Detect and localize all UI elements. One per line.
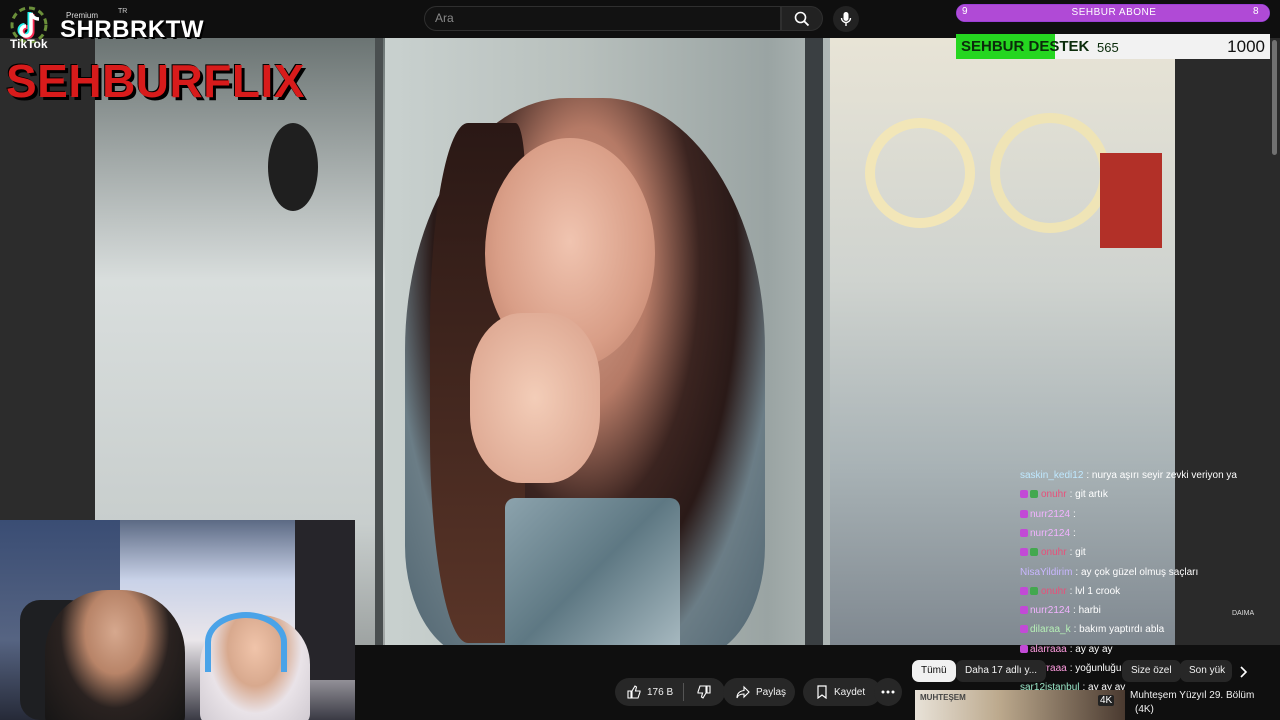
chat-text: : nurya aşırı seyir zevki veriyon ya	[1086, 470, 1237, 481]
support-goal-bar: SEHBUR DESTEK 565 1000	[956, 34, 1270, 59]
chat-message: nurr2124:	[1020, 509, 1076, 520]
webcam-streamer-man	[45, 590, 185, 720]
subscriber-goal-bar: SEHBUR ABONE 9 8	[956, 4, 1270, 22]
channel-name: SHRBRKTW	[60, 16, 204, 43]
video-scene-ring-light	[865, 118, 975, 228]
chat-username: nurr2124	[1030, 527, 1071, 539]
chat-username: NisaYildirim	[1020, 566, 1073, 578]
chat-username: alarraaa	[1030, 643, 1067, 655]
brand-logo: SEHBURFLIX	[6, 55, 305, 107]
chat-username: nurr2124	[1030, 508, 1071, 520]
video-scene-door-frame	[375, 38, 383, 645]
headset-icon	[205, 612, 287, 672]
chat-text: : bakım yaptırdı abla	[1073, 624, 1165, 636]
subscriber-badge-icon	[1020, 606, 1028, 615]
chat-text: : git artık	[1069, 489, 1108, 501]
share-button[interactable]: Paylaş	[723, 678, 795, 706]
chip-for-you[interactable]: Size özel	[1122, 660, 1181, 682]
video-scene-ring-light	[990, 113, 1110, 233]
chat-message: nurr2124: harbi	[1020, 605, 1101, 616]
support-goal-target: 1000	[1227, 37, 1265, 56]
chip-recent[interactable]: Son yük	[1180, 660, 1232, 682]
recommended-video-subtitle: (4K)	[1135, 704, 1154, 715]
like-count: 176 B	[647, 686, 674, 698]
chat-username: dilaraa_k	[1030, 624, 1071, 636]
chat-text: : git	[1069, 547, 1086, 559]
video-scene-hands	[470, 313, 600, 483]
chip-all[interactable]: Tümü	[912, 660, 956, 682]
page-scrollbar[interactable]	[1272, 40, 1277, 155]
more-actions-button[interactable]	[874, 678, 902, 706]
chat-text: : harbi	[1073, 605, 1101, 617]
moderator-badge-icon	[1030, 548, 1038, 557]
tiktok-label: TikTok	[10, 37, 48, 51]
search-icon	[794, 11, 810, 26]
chat-text: : lvl 1 crook	[1069, 585, 1121, 597]
like-dislike-group: 176 B	[615, 678, 725, 706]
subscriber-level-right: 8	[1253, 6, 1259, 17]
like-button[interactable]: 176 B	[615, 685, 683, 699]
chat-username: onuhr	[1041, 489, 1067, 501]
support-goal-name: SEHBUR DESTEK	[961, 38, 1090, 55]
subscriber-badge-icon	[1020, 490, 1028, 499]
chat-username: nurr2124	[1030, 605, 1071, 617]
video-actions: 176 B Paylaş Kaydet	[615, 678, 905, 706]
chat-message: onuhr: git	[1020, 547, 1086, 558]
support-goal-current: 565	[1097, 40, 1119, 55]
subscriber-level-left: 9	[962, 6, 968, 17]
chat-message: onuhr: git artık	[1020, 489, 1108, 500]
streamer-webcam	[0, 520, 355, 720]
subscriber-badge-icon	[1020, 644, 1028, 653]
recommended-video[interactable]: MUHTEŞEM 4K	[915, 690, 1130, 720]
chat-message: dilaraa_k: bakım yaptırdı abla	[1020, 624, 1164, 635]
search-button[interactable]	[781, 6, 823, 31]
chat-text: : ay çok güzel olmuş saçları	[1075, 566, 1199, 578]
chat-text: :	[1073, 508, 1076, 520]
subscriber-badge-icon	[1020, 586, 1028, 595]
moderator-badge-icon	[1030, 586, 1038, 595]
chat-text: : ay ay ay	[1069, 643, 1113, 655]
chat-username: onuhr	[1041, 547, 1067, 559]
chat-username: onuhr	[1041, 585, 1067, 597]
chat-username: saskin_kedi12	[1020, 470, 1084, 481]
subscriber-badge-icon	[1020, 625, 1028, 634]
chat-message: alarraaa: ay ay ay	[1020, 644, 1113, 655]
thumbs-up-icon	[627, 685, 641, 699]
video-scene-mirror	[268, 123, 318, 211]
thumbs-down-icon	[697, 685, 711, 699]
chevron-right-icon	[1240, 666, 1248, 678]
chat-message: NisaYildirim: ay çok güzel olmuş saçları	[1020, 567, 1198, 578]
microphone-icon	[840, 12, 852, 26]
subscriber-badge-icon	[1020, 509, 1028, 518]
chip-channel[interactable]: Daha 17 adlı y...	[956, 660, 1047, 682]
region-label: TR	[118, 8, 128, 15]
share-icon	[736, 685, 750, 699]
search-input[interactable]: Ara	[424, 6, 781, 31]
chat-text: :	[1073, 527, 1076, 539]
save-label: Kaydet	[834, 686, 866, 698]
moderator-badge-icon	[1030, 490, 1038, 499]
quality-badge: 4K	[1098, 695, 1115, 706]
more-horizontal-icon	[881, 690, 895, 694]
chips-next-button[interactable]	[1234, 662, 1254, 682]
recommendation-chips: Tümü Daha 17 adlı y... Size özel Son yük	[912, 660, 1280, 684]
subscriber-badge-icon	[1020, 528, 1028, 537]
dislike-button[interactable]	[684, 685, 725, 699]
chat-message: saskin_kedi12: nurya aşırı seyir zevki v…	[1020, 470, 1237, 481]
voice-search-button[interactable]	[833, 6, 859, 32]
chat-message: onuhr: lvl 1 crook	[1020, 586, 1120, 597]
subscriber-badge-icon	[1020, 548, 1028, 557]
video-scene-door-frame	[805, 38, 823, 645]
bookmark-icon	[817, 685, 827, 699]
thumbnail-title: MUHTEŞEM	[920, 693, 966, 702]
subscriber-goal-label: SEHBUR ABONE	[1071, 7, 1157, 18]
share-label: Paylaş	[756, 686, 787, 698]
save-button[interactable]: Kaydet	[803, 678, 881, 706]
video-scene-product-box	[1100, 153, 1162, 248]
video-scene-dress	[505, 498, 680, 645]
recommended-video-title[interactable]: Muhteşem Yüzyıl 29. Bölüm	[1130, 690, 1254, 701]
chat-message: nurr2124:	[1020, 528, 1076, 539]
